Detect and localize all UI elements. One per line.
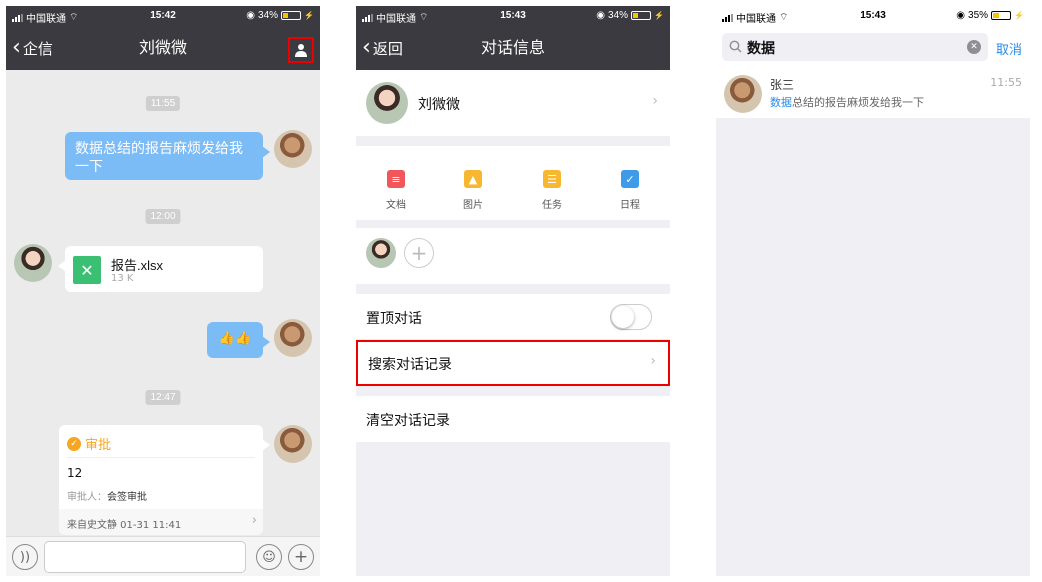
more-button[interactable]: + [288,544,314,570]
search-query: 数据 [747,41,775,57]
battery-icon [281,11,302,20]
tasks-tool[interactable]: ☰ 任务 [522,170,582,211]
avatar [366,82,408,124]
contact-info-button[interactable] [288,37,314,63]
timestamp: 12:47 [145,390,181,405]
page-title: 刘微微 [138,38,187,57]
search-input[interactable]: 数据 ✕ [722,33,988,61]
approval-icon: ✓ [67,436,81,451]
contact-row[interactable]: 刘微微 › [356,70,670,136]
approval-content: 12 [67,466,83,480]
status-bar: 中国联通 ⌔ 15:43 ◉ 34% ⚡ [356,6,670,26]
search-history-row[interactable]: 搜索对话记录 › [356,340,670,386]
plus-icon: + [410,241,428,265]
divider [67,457,255,458]
battery-percent: 34% [258,10,279,21]
task-list-icon: ☰ [543,170,561,188]
status-bar: 中国联通 ⌔ 15:43 ◉ 35% ⚡ [716,6,1030,26]
pin-conversation-row: 置顶对话 [356,294,670,340]
timestamp: 11:55 [145,96,181,111]
approver-value: 会签审批 [107,492,147,503]
tool-label: 日程 [620,200,640,211]
timestamp: 12:00 [145,209,181,224]
charging-icon: ⚡ [654,11,664,20]
clear-search-icon[interactable]: ✕ [967,40,981,54]
avatar[interactable] [274,319,312,357]
add-member-button[interactable]: + [404,238,434,268]
nav-bar: ‹ 企信 刘微微 [6,26,320,70]
chevron-right-icon: › [251,513,257,528]
message-input[interactable] [44,541,246,573]
search-bar: 数据 ✕ 取消 [716,26,1030,68]
contact-name: 刘微微 [418,97,460,113]
tool-label: 任务 [542,200,562,211]
clear-history-label: 清空对话记录 [366,413,450,429]
person-icon [295,44,307,57]
conversation-info-screen: 中国联通 ⌔ 15:43 ◉ 34% ⚡ ‹ 返回 对话信息 刘微微 › ≡ 文… [356,6,670,576]
chevron-right-icon: › [652,93,658,109]
result-name: 张三 [770,78,795,92]
approval-source: 来自史文静 01-31 11:41 [67,520,182,531]
voice-button[interactable]: )) [12,544,38,570]
search-result-item[interactable]: 张三 11:55 数据总结的报告麻烦发给我一下 [716,68,1030,118]
location-icon: ◉ [246,10,256,21]
pin-toggle[interactable] [610,304,652,330]
images-tool[interactable]: ▲ 图片 [443,170,503,211]
chat-screen: 中国联通 ⌔ 15:42 ◉ 34% ⚡ ‹ 企信 刘微微 11:55 数据总结… [6,6,320,576]
smile-icon: ☺ [262,549,276,565]
docs-tool[interactable]: ≡ 文档 [366,170,426,211]
cancel-button[interactable]: 取消 [996,39,1022,58]
tool-label: 文档 [386,200,406,211]
avatar[interactable] [274,130,312,168]
result-snippet: 数据总结的报告麻烦发给我一下 [770,94,924,110]
calendar-icon: ✓ [621,170,639,188]
image-icon: ▲ [464,170,482,188]
chevron-right-icon: › [650,353,656,369]
search-results-screen: 中国联通 ⌔ 15:43 ◉ 35% ⚡ 数据 ✕ 取消 张三 11:55 数据… [716,6,1030,576]
page-title: 对话信息 [480,38,545,57]
file-size: 13 K [111,273,134,284]
battery-icon [991,11,1012,20]
avatar[interactable] [366,238,396,268]
tools-section: ≡ 文档 ▲ 图片 ☰ 任务 ✓ 日程 [356,146,670,220]
battery-percent: 35% [968,10,989,21]
avatar[interactable] [14,244,52,282]
clear-history-row[interactable]: 清空对话记录 [356,396,670,442]
document-icon: ≡ [387,170,405,188]
schedule-tool[interactable]: ✓ 日程 [600,170,660,211]
emoji-button[interactable]: ☺ [256,544,282,570]
avatar[interactable] [274,425,312,463]
charging-icon: ⚡ [304,11,314,20]
approval-title: 审批 [85,438,112,453]
message-bubble[interactable]: 数据总结的报告麻烦发给我一下 [65,132,270,180]
plus-icon: + [293,547,309,567]
battery-percent: 34% [608,10,629,21]
excel-file-icon: ✕ [73,256,101,284]
result-text: 总结的报告麻烦发给我一下 [792,96,924,109]
location-icon: ◉ [596,10,606,21]
thumbs-up-message[interactable]: 👍👍 [207,322,270,358]
approval-card[interactable]: ✓ 审批 12 审批人：会签审批 来自史文静 01-31 11:41 › [59,425,270,535]
members-section: + [356,228,670,284]
status-bar: 中国联通 ⌔ 15:42 ◉ 34% ⚡ [6,6,320,26]
search-history-label: 搜索对话记录 [368,357,452,373]
battery-icon [631,11,652,20]
search-icon [729,40,742,53]
tool-label: 图片 [463,200,483,211]
approval-footer[interactable]: 来自史文静 01-31 11:41 › [59,509,263,535]
approver-label: 审批人： [67,492,107,503]
pin-label: 置顶对话 [366,311,422,327]
file-message[interactable]: ✕ 报告.xlsx 13 K [58,246,263,292]
result-highlight: 数据 [770,96,792,109]
avatar [724,75,762,113]
input-bar: )) ☺ + [6,536,320,576]
voice-icon: )) [19,549,31,565]
charging-icon: ⚡ [1014,11,1024,20]
result-time: 11:55 [990,76,1022,89]
location-icon: ◉ [956,10,966,21]
nav-bar: ‹ 返回 对话信息 [356,26,670,70]
file-name: 报告.xlsx [111,258,164,273]
